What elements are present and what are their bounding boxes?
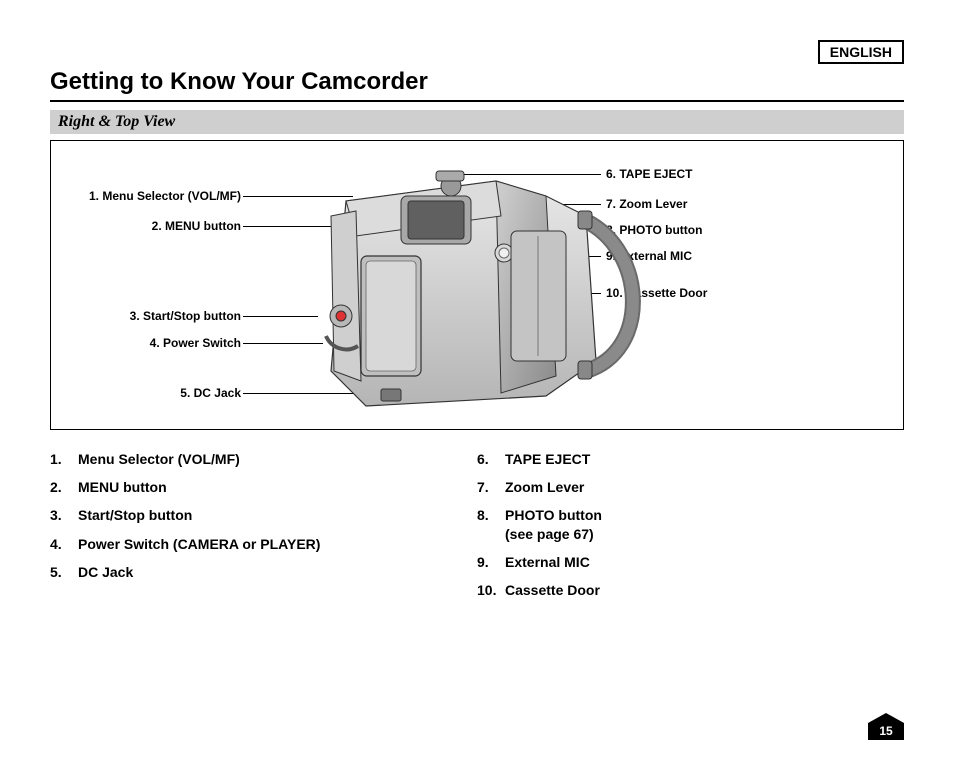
list-item: 8.PHOTO button (see page 67) [477,506,904,542]
page-number: 15 [868,723,904,740]
callout-label-2: 2. MENU button [152,219,241,233]
list-item: 10.Cassette Door [477,581,904,599]
list-num: 9. [477,553,505,571]
list-text: TAPE EJECT [505,450,590,468]
list-item: 7.Zoom Lever [477,478,904,496]
list-item: 3.Start/Stop button [50,506,477,524]
lists-container: 1.Menu Selector (VOL/MF) 2.MENU button 3… [50,450,904,609]
callout-label-1: 1. Menu Selector (VOL/MF) [89,189,241,203]
list-num: 3. [50,506,78,524]
list-text: MENU button [78,478,167,496]
list-num: 5. [50,563,78,581]
list-text-main: PHOTO button [505,507,602,523]
list-num: 1. [50,450,78,468]
list-text: Cassette Door [505,581,600,599]
triangle-icon [868,713,904,723]
diagram-container: 1. Menu Selector (VOL/MF) 2. MENU button… [50,140,904,430]
page-title: Getting to Know Your Camcorder [50,68,904,96]
list-num: 10. [477,581,505,599]
list-text: PHOTO button (see page 67) [505,506,602,542]
list-column-right: 6.TAPE EJECT 7.Zoom Lever 8.PHOTO button… [477,450,904,609]
list-num: 8. [477,506,505,542]
callout-label-5: 5. DC Jack [180,386,241,400]
list-item: 9.External MIC [477,553,904,571]
list-text: External MIC [505,553,590,571]
camcorder-illustration [286,161,656,416]
language-box: ENGLISH [818,40,904,64]
list-num: 7. [477,478,505,496]
list-text: Power Switch (CAMERA or PLAYER) [78,535,320,553]
list-column-left: 1.Menu Selector (VOL/MF) 2.MENU button 3… [50,450,477,609]
list-text: Menu Selector (VOL/MF) [78,450,240,468]
callout-label-3: 3. Start/Stop button [130,309,241,323]
list-text: Start/Stop button [78,506,192,524]
list-num: 6. [477,450,505,468]
list-item: 4.Power Switch (CAMERA or PLAYER) [50,535,477,553]
list-item: 5.DC Jack [50,563,477,581]
list-item: 2.MENU button [50,478,477,496]
list-item: 6.TAPE EJECT [477,450,904,468]
list-text-sub: (see page 67) [505,526,594,542]
title-underline [50,100,904,102]
list-text: Zoom Lever [505,478,584,496]
list-num: 4. [50,535,78,553]
list-num: 2. [50,478,78,496]
section-subtitle: Right & Top View [50,110,904,134]
page-number-marker: 15 [868,713,904,739]
list-text: DC Jack [78,563,133,581]
list-item: 1.Menu Selector (VOL/MF) [50,450,477,468]
callout-label-4: 4. Power Switch [150,336,241,350]
